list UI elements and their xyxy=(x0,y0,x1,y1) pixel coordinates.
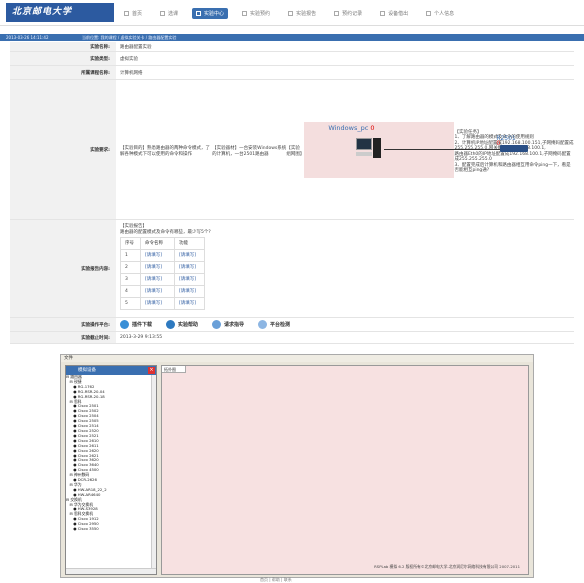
check-icon xyxy=(258,320,268,329)
help-icon xyxy=(166,320,176,329)
table-row: 1 [请填写] [请填写] xyxy=(120,249,205,262)
nav-booking-record[interactable]: 预约记录 xyxy=(330,8,366,19)
topology-canvas[interactable]: 拓扑图 RSPLab 模拟 6.2 版权所有©北京邮电大学-北京润尼尔网络科技有… xyxy=(161,365,529,575)
current-date: 2013-03-26 14:11:42 xyxy=(6,35,49,40)
record-icon xyxy=(334,11,340,16)
fill-in-link[interactable]: [请填写] xyxy=(174,261,205,274)
lab-name-value: 路由器配置实验 xyxy=(120,44,152,50)
lab-icon xyxy=(196,11,202,16)
nav-equipment[interactable]: 设备借出 xyxy=(376,8,412,19)
fill-in-link[interactable]: [请填写] xyxy=(140,297,175,310)
table-header-row: 序号 命令名称 功能 xyxy=(120,237,205,250)
course-label: 所属课程名称: xyxy=(10,66,116,79)
fill-in-link[interactable]: [请填写] xyxy=(140,249,175,262)
close-icon[interactable]: × xyxy=(148,367,155,374)
report-content: 【实验报告】 路由器的配置模式及命令有哪些，最少写5个? 序号 命令名称 功能 … xyxy=(116,220,574,317)
nav-home[interactable]: 首页 xyxy=(120,8,146,19)
row-lab-type: 实验类型: 虚拟实验 xyxy=(10,52,574,66)
plugin-download-button[interactable]: 插件下载 xyxy=(120,320,152,329)
bottom-links[interactable]: 首页 | 帮助 | 联系 xyxy=(260,577,292,583)
home-icon xyxy=(124,11,129,16)
top-bar: 北京邮电大学 首页 选课 实验中心 实验预约 实验报告 预约记录 设备借出 个人… xyxy=(0,0,584,26)
fill-in-link[interactable]: [请填写] xyxy=(140,261,175,274)
nav-profile[interactable]: 个人信息 xyxy=(422,8,458,19)
device-tree-panel: 模拟设备 × ⊟ 路由器 ⊟ 锐捷 ● RG-1762 ● RG-RSR-20-… xyxy=(65,365,157,575)
copyright-text: RSPLab 模拟 6.2 版权所有©北京邮电大学-北京润尼尔网络科技有限公司 … xyxy=(374,564,520,569)
row-course: 所属课程名称: 计算机网络 xyxy=(10,66,574,80)
course-icon xyxy=(160,11,166,16)
download-icon xyxy=(120,320,129,329)
university-logo[interactable]: 北京邮电大学 xyxy=(6,3,114,22)
main-nav: 首页 选课 实验中心 实验预约 实验报告 预约记录 设备借出 个人信息 xyxy=(120,8,468,19)
platform-label: 实验操作平台: xyxy=(10,318,116,331)
tree-item[interactable]: ● Cisco 3550 xyxy=(66,526,156,532)
course-value: 计算机网络 xyxy=(120,70,143,76)
row-lab-name: 实验名称: 路由器配置实验 xyxy=(10,42,574,52)
device-tree: ⊟ 路由器 ⊟ 锐捷 ● RG-1762 ● RG-RSR-20-04 ● RG… xyxy=(66,374,156,532)
lab-type-value: 虚拟实验 xyxy=(120,56,138,62)
req-line: 【实验器材】一台安装Windows系统的计算机，一台2501路由器 xyxy=(212,146,287,157)
nav-courses[interactable]: 选课 xyxy=(156,8,182,19)
vertical-scrollbar[interactable] xyxy=(151,375,156,568)
network-topology-diagram: Windows_pc 0 R2501 0 xyxy=(304,121,529,178)
pc-label: Windows_pc 0 xyxy=(328,123,375,132)
table-row: 2 [请填写] [请填写] xyxy=(120,261,205,274)
fill-in-link[interactable]: [请填写] xyxy=(140,273,175,286)
row-report: 实验报告内容: 【实验报告】 路由器的配置模式及命令有哪些，最少写5个? 序号 … xyxy=(10,220,574,318)
lab-form: 实验名称: 路由器配置实验 实验类型: 虚拟实验 所属课程名称: 计算机网络 实… xyxy=(10,42,574,344)
fill-in-link[interactable]: [请填写] xyxy=(174,297,205,310)
equipment-icon xyxy=(380,11,386,16)
nav-lab-center[interactable]: 实验中心 xyxy=(192,8,229,19)
lab-help-button[interactable]: 实验帮助 xyxy=(166,320,198,329)
table-row: 5 [请填写] [请填写] xyxy=(120,297,205,310)
nav-lab-report[interactable]: 实验报告 xyxy=(284,8,320,19)
row-deadline: 实验截止时间: 2013-3-29 9:13:55 xyxy=(10,332,574,344)
requirements-label: 实验要求: xyxy=(10,80,116,219)
horizontal-scrollbar[interactable] xyxy=(66,568,156,574)
fill-in-link[interactable]: [请填写] xyxy=(174,273,205,286)
device-tree-title: 模拟设备 × xyxy=(66,366,156,375)
network-link xyxy=(384,148,503,150)
booking-icon xyxy=(242,11,248,16)
nav-lab-booking[interactable]: 实验预约 xyxy=(238,8,274,19)
request-guidance-button[interactable]: 请求指导 xyxy=(212,320,244,329)
lab-name-label: 实验名称: xyxy=(10,42,116,51)
table-row: 3 [请填写] [请填写] xyxy=(120,273,205,286)
fill-in-link[interactable]: [请填写] xyxy=(140,285,175,298)
platform-check-button[interactable]: 平台检测 xyxy=(258,320,290,329)
breadcrumb: 当前位置: 我的课程 / 虚拟实验关卡 / 路由器配置实验 xyxy=(82,35,177,40)
lab-type-label: 实验类型: xyxy=(10,52,116,65)
user-icon xyxy=(426,11,432,16)
requirements-content: 【实验目的】熟悉路由器的两种命令模式，了解各种模式下可以使用的命令和操作 【实验… xyxy=(116,80,574,219)
req-line: 【实验组网图】 xyxy=(286,146,305,157)
row-platform: 实验操作平台: 插件下载 实验帮助 请求指导 平台检测 xyxy=(10,318,574,332)
platform-buttons: 插件下载 实验帮助 请求指导 平台检测 xyxy=(116,318,574,331)
menu-file[interactable]: 文件 xyxy=(61,355,533,362)
req-line: 【实验目的】熟悉路由器的两种命令模式，了解各种模式下可以使用的命令和操作 xyxy=(120,146,210,157)
computer-icon xyxy=(356,137,382,160)
report-table: 序号 命令名称 功能 1 [请填写] [请填写] 2 [请填写] [请填写] 3… xyxy=(120,237,205,310)
deadline-label: 实验截止时间: xyxy=(10,332,116,343)
info-bar: 2013-03-26 14:11:42 当前位置: 我的课程 / 虚拟实验关卡 … xyxy=(0,34,584,41)
tab-topology[interactable]: 拓扑图 xyxy=(162,366,186,373)
deadline-value: 2013-3-29 9:13:55 xyxy=(120,335,163,340)
fill-in-link[interactable]: [请填写] xyxy=(174,249,205,262)
guidance-icon xyxy=(212,320,222,329)
simulator-window: 文件 模拟设备 × ⊟ 路由器 ⊟ 锐捷 ● RG-1762 ● RG-RSR-… xyxy=(60,354,534,578)
table-row: 4 [请填写] [请填写] xyxy=(120,285,205,298)
report-icon xyxy=(288,11,294,16)
router-icon xyxy=(500,144,529,152)
report-label: 实验报告内容: xyxy=(10,220,116,317)
fill-in-link[interactable]: [请填写] xyxy=(174,285,205,298)
row-requirements: 实验要求: 【实验目的】熟悉路由器的两种命令模式，了解各种模式下可以使用的命令和… xyxy=(10,80,574,220)
